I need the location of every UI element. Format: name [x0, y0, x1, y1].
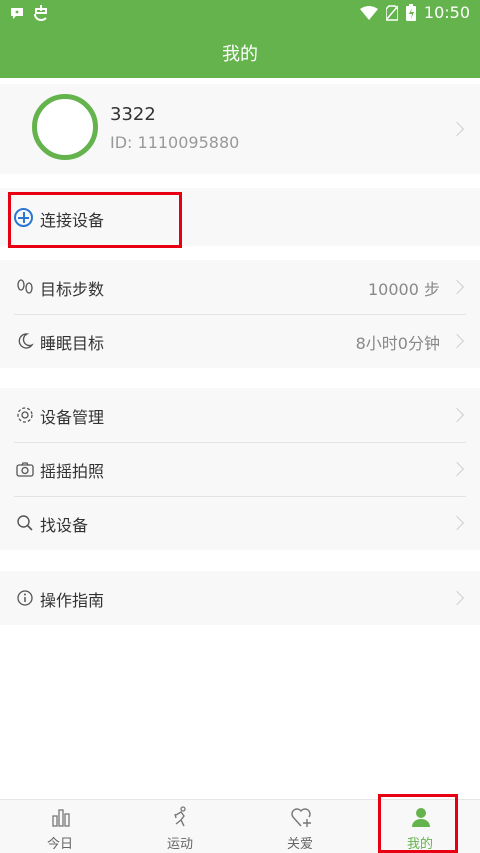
device-management-label: 设备管理	[40, 408, 105, 427]
bar-chart-icon	[52, 809, 70, 827]
notification-icon	[11, 8, 23, 19]
camera-icon	[16, 460, 34, 478]
highlight-box-mine-tab	[378, 794, 458, 853]
chevron-right-icon	[449, 333, 465, 349]
highlight-box-connect	[8, 192, 182, 248]
sleep-goal-value: 8小时0分钟	[355, 334, 440, 353]
tab-exercise-label: 运动	[166, 837, 193, 852]
heart-plus-icon	[291, 808, 311, 827]
chevron-right-icon	[449, 121, 465, 137]
app-bar: 我的	[0, 28, 480, 78]
chevron-right-icon	[449, 407, 465, 423]
profile-id: ID: 1110095880	[110, 133, 240, 152]
running-icon	[174, 806, 186, 827]
tab-care-label: 关爱	[286, 837, 313, 852]
gear-icon	[16, 406, 34, 424]
operation-guide-row[interactable]: 操作指南	[0, 571, 480, 625]
operation-guide-label: 操作指南	[40, 591, 105, 610]
status-time: 10:50	[423, 3, 470, 22]
tab-care[interactable]: 关爱	[240, 800, 360, 853]
tab-today-label: 今日	[46, 837, 73, 852]
chevron-right-icon	[449, 590, 465, 606]
page-title: 我的	[222, 44, 258, 65]
chevron-right-icon	[449, 515, 465, 531]
shake-photo-row[interactable]: 摇摇拍照	[0, 442, 480, 496]
guide-section: 操作指南	[0, 571, 480, 625]
find-device-label: 找设备	[40, 516, 89, 535]
info-icon	[16, 589, 34, 607]
step-goal-value: 10000 步	[368, 280, 440, 299]
step-goal-label: 目标步数	[40, 280, 105, 299]
search-icon	[16, 514, 34, 532]
tab-exercise[interactable]: 运动	[120, 800, 240, 853]
avatar[interactable]	[32, 94, 98, 160]
chevron-right-icon	[449, 461, 465, 477]
goals-section: 目标步数 10000 步 睡眠目标 8小时0分钟	[0, 260, 480, 368]
wifi-icon	[359, 5, 378, 20]
shake-photo-label: 摇摇拍照	[40, 462, 105, 481]
moon-icon	[16, 332, 34, 350]
device-management-row[interactable]: 设备管理	[0, 388, 480, 442]
step-goal-row[interactable]: 目标步数 10000 步	[0, 260, 480, 314]
sleep-goal-label: 睡眠目标	[40, 334, 105, 353]
app-icon	[34, 5, 47, 22]
profile-name: 3322	[110, 104, 156, 125]
no-sim-icon	[385, 4, 398, 21]
tab-today[interactable]: 今日	[0, 800, 120, 853]
footprints-icon	[16, 278, 34, 296]
profile-card[interactable]: 3322 ID: 1110095880	[0, 84, 480, 174]
chevron-right-icon	[449, 279, 465, 295]
device-section: 设备管理 摇摇拍照 找设备	[0, 388, 480, 550]
status-bar: 10:50	[0, 0, 480, 28]
find-device-row[interactable]: 找设备	[0, 496, 480, 550]
battery-icon	[405, 4, 416, 21]
sleep-goal-row[interactable]: 睡眠目标 8小时0分钟	[0, 314, 480, 368]
